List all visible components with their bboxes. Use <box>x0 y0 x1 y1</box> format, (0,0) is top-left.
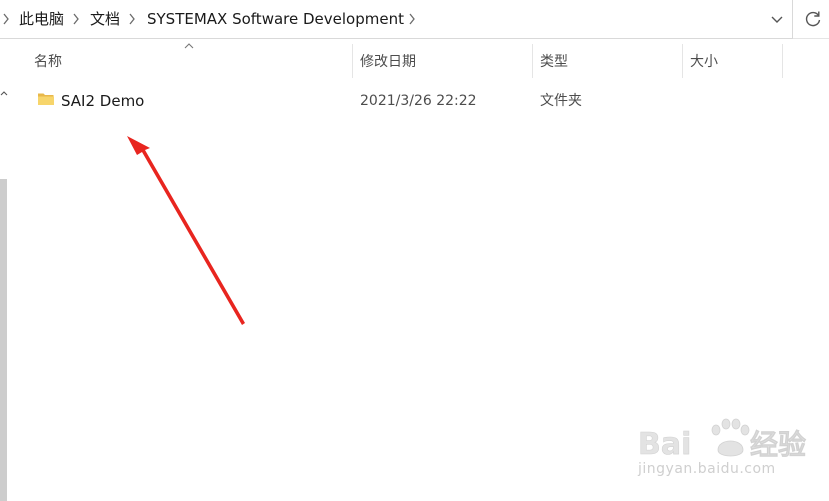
svg-text:经验: 经验 <box>750 428 806 461</box>
address-bar: 此电脑 文档 SYSTEMAX Software Development <box>0 0 829 39</box>
chevron-down-icon[interactable] <box>764 6 790 32</box>
navigation-pane-scrollbar[interactable] <box>0 39 8 501</box>
file-type: 文件夹 <box>540 93 582 109</box>
column-header-type-label: 类型 <box>540 54 568 70</box>
baidu-jingyan-watermark: Bai 经验 <box>638 418 806 462</box>
svg-text:Bai: Bai <box>638 427 691 462</box>
column-divider[interactable] <box>782 44 783 78</box>
column-header-name-label: 名称 <box>34 54 62 70</box>
watermark-url: jingyan.baidu.com <box>638 461 776 477</box>
chevron-right-icon[interactable] <box>127 11 137 27</box>
column-header-modified-label: 修改日期 <box>360 54 416 70</box>
chevron-right-icon[interactable] <box>1 11 11 27</box>
refresh-icon[interactable] <box>800 6 826 32</box>
column-header-type[interactable]: 类型 <box>540 40 682 78</box>
breadcrumb[interactable]: 此电脑 文档 SYSTEMAX Software Development <box>0 0 793 39</box>
column-divider[interactable] <box>532 44 533 78</box>
file-modified-date: 2021/3/26 22:22 <box>360 93 477 109</box>
scroll-up-icon[interactable] <box>0 89 8 99</box>
file-list-row[interactable]: SAI2 Demo 2021/3/26 22:22 文件夹 <box>26 86 786 114</box>
column-header-name[interactable]: 名称 <box>34 40 352 78</box>
column-header-modified[interactable]: 修改日期 <box>360 40 532 78</box>
breadcrumb-current-folder[interactable]: SYSTEMAX Software Development <box>147 9 404 29</box>
column-header-size[interactable]: 大小 <box>690 40 782 78</box>
scrollbar-thumb[interactable] <box>0 179 7 501</box>
column-divider[interactable] <box>352 44 353 78</box>
folder-icon <box>38 93 54 105</box>
file-name[interactable]: SAI2 Demo <box>61 91 144 111</box>
breadcrumb-this-pc[interactable]: 此电脑 <box>19 9 64 29</box>
column-header-size-label: 大小 <box>690 54 718 70</box>
breadcrumb-documents[interactable]: 文档 <box>90 9 120 29</box>
column-divider[interactable] <box>682 44 683 78</box>
chevron-right-icon[interactable] <box>407 11 417 27</box>
chevron-right-icon[interactable] <box>71 11 81 27</box>
